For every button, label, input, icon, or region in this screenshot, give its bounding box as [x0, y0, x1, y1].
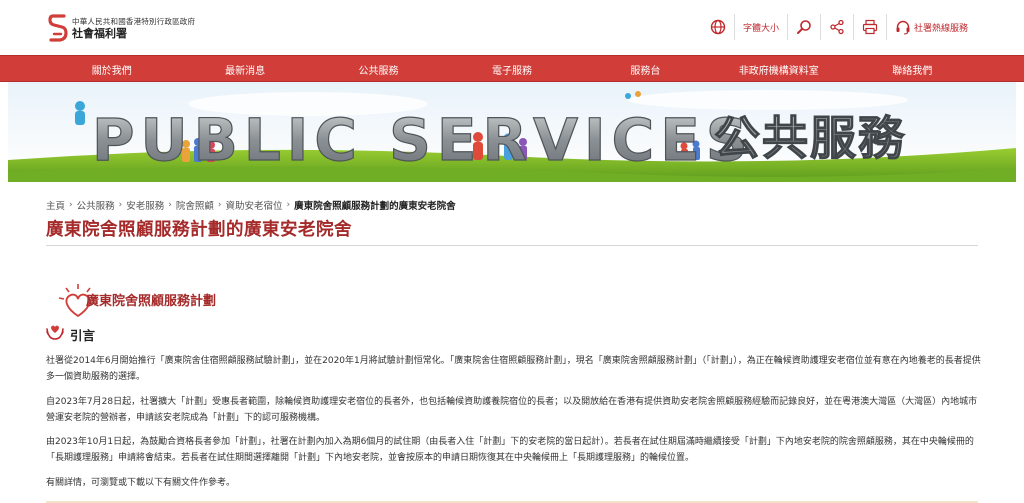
site-header: 中華人民共和國香港特別行政區政府 社會福利署 字體大小 社署熱線服務 — [0, 0, 1024, 55]
chevron-right-icon: › — [217, 200, 222, 210]
chevron-right-icon: › — [168, 200, 172, 210]
intro-paragraph-4: 有關詳情，可瀏覽或下載以下有關文件作參考。 — [46, 478, 236, 488]
public-services-banner: PUBLIC SERVICES 公共服務 — [8, 82, 1016, 182]
nav-service-desk[interactable]: 服務台 — [579, 56, 712, 82]
print-button[interactable] — [852, 14, 886, 40]
font-size-button[interactable]: 字體大小 — [733, 14, 787, 40]
nav-news[interactable]: 最新消息 — [178, 56, 311, 82]
section-header: 廣東院舍照顧服務計劃 — [56, 282, 296, 322]
breadcrumb-elderly-services[interactable]: 安老服務 — [126, 198, 164, 212]
hotline-label: 社署熱線服務 — [913, 23, 968, 34]
search-icon — [796, 19, 812, 35]
share-icon — [829, 19, 845, 35]
breadcrumb-public-services[interactable]: 公共服務 — [77, 198, 115, 212]
intro-heading: 引言 — [46, 324, 95, 344]
intro-paragraph-1: 社署從2014年6月開始推行「廣東院舍住宿照顧服務試驗計劃」，並在2020年1月… — [46, 356, 981, 382]
banner-title-en: PUBLIC SERVICES — [92, 106, 754, 174]
breadcrumb-subsidised-places[interactable]: 資助安老宿位 — [226, 198, 283, 212]
nav-public-services[interactable]: 公共服務 — [312, 56, 445, 82]
swd-logo-mark — [48, 13, 68, 43]
intro-paragraph-3: 由2023年10月1日起，為鼓勵合資格長者參加「計劃」，社署在計劃內加入為期6個… — [46, 437, 974, 463]
nav-about-us[interactable]: 關於我們 — [45, 56, 178, 82]
intro-label: 引言 — [70, 327, 96, 343]
section-title: 廣東院舍照顧服務計劃 — [86, 294, 217, 309]
language-button[interactable] — [702, 14, 734, 40]
breadcrumb-residential-care[interactable]: 院舍照顧 — [176, 198, 214, 212]
nav-e-services[interactable]: 電子服務 — [445, 56, 578, 82]
font-size-label: 字體大小 — [742, 23, 779, 34]
chevron-right-icon: › — [118, 200, 123, 210]
title-divider — [46, 245, 978, 246]
chevron-right-icon: › — [286, 200, 291, 210]
nav-ngo-corner[interactable]: 非政府機構資料室 — [712, 56, 845, 82]
hotline-button[interactable]: 社署熱線服務 — [885, 14, 976, 40]
nav-contact-us[interactable]: 聯絡我們 — [846, 56, 979, 82]
chevron-right-icon: › — [69, 200, 73, 210]
intro-paragraph-2: 自2023年7月28日起，社署擴大「計劃」受惠長者範圍，除輪候資助護理安老宿位的… — [46, 397, 978, 423]
globe-icon — [710, 19, 726, 35]
care-hands-icon — [46, 324, 64, 344]
breadcrumb-home[interactable]: 主頁 — [46, 198, 65, 212]
breadcrumb: 主頁 › 公共服務 › 安老服務 › 院舍照顧 › 資助安老宿位 › 廣東院舍照… — [46, 198, 456, 212]
header-tools: 字體大小 社署熱線服務 — [702, 14, 976, 40]
swd-logo[interactable]: 中華人民共和國香港特別行政區政府 社會福利署 — [48, 13, 195, 43]
print-icon — [862, 19, 878, 35]
banner-title-zh: 公共服務 — [714, 111, 906, 165]
share-button[interactable] — [819, 14, 853, 40]
gov-name: 中華人民共和國香港特別行政區政府 — [72, 16, 196, 26]
page-title: 廣東院舍照顧服務計劃的廣東安老院舍 — [46, 220, 352, 240]
search-button[interactable] — [786, 14, 820, 40]
dept-name: 社會福利署 — [72, 26, 127, 40]
headset-icon — [895, 19, 911, 35]
breadcrumb-current: 廣東院舍照顧服務計劃的廣東安老院舍 — [294, 201, 456, 212]
main-nav: 關於我們 最新消息 公共服務 電子服務 服務台 非政府機構資料室 聯絡我們 — [0, 55, 1024, 82]
